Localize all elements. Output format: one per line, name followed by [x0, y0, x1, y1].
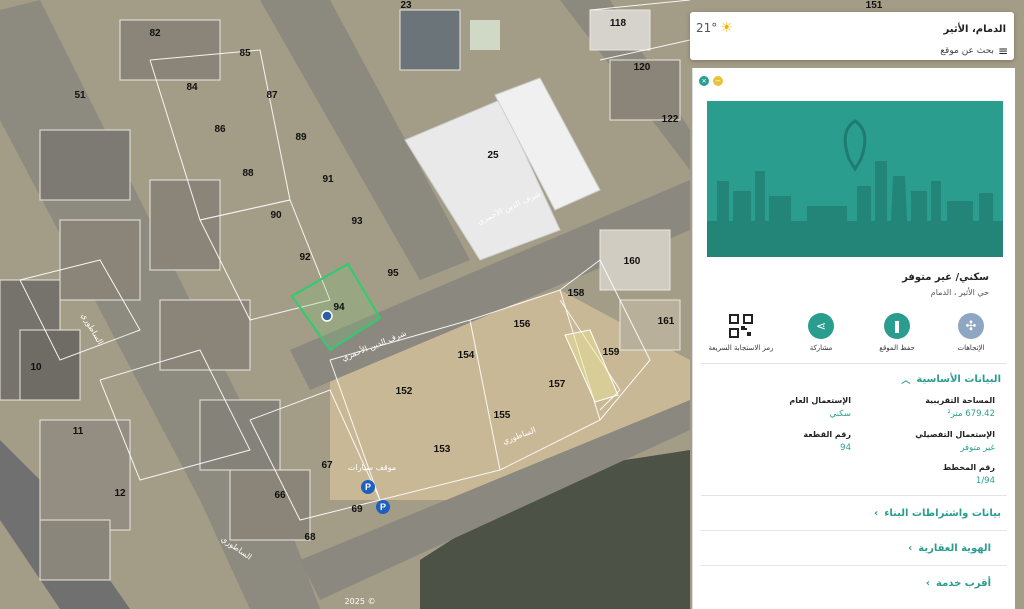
detailed-use-value: غير متوفر — [960, 443, 995, 453]
search-location-button[interactable]: بحث عن موقع ≡ — [940, 44, 1008, 58]
share-label: مشاركة — [809, 344, 833, 352]
menu-icon[interactable]: ≡ — [998, 44, 1008, 58]
divider — [701, 363, 1007, 364]
chevron-up-icon: ︿ — [901, 376, 911, 386]
plot-number: 152 — [396, 386, 413, 397]
weather-widget: 21° ☀ — [696, 20, 733, 36]
plot-number: 12 — [114, 488, 126, 499]
qr-code-icon — [728, 313, 754, 339]
plot-number: 156 — [514, 319, 531, 330]
plot-number: 91 — [322, 174, 334, 185]
nearest-service-header[interactable]: أقرب خدمة › — [926, 578, 991, 589]
plot-number-value: 94 — [840, 443, 851, 453]
parking-icon[interactable]: P — [376, 500, 390, 514]
building-requirements-title: بيانات واشتراطات البناء — [884, 508, 1001, 519]
general-use-value: سكني — [829, 409, 851, 419]
detailed-use-label: الإستعمال التفصيلي — [915, 430, 995, 439]
basic-data-title: البيانات الأساسية — [916, 374, 1001, 385]
plot-number: 86 — [214, 124, 226, 135]
plot-number: 51 — [74, 90, 86, 101]
bookmark-icon: ❚ — [884, 313, 910, 339]
chevron-left-icon: › — [908, 543, 913, 554]
share-icon: ⋖ — [808, 313, 834, 339]
directions-icon: ✣ — [958, 313, 984, 339]
minimize-icon[interactable]: − — [713, 76, 723, 86]
svg-text:P: P — [365, 482, 371, 492]
action-bar: ✣ الإتجاهات ❚ حفظ الموقع ⋖ مشاركة رمز ال… — [707, 313, 1003, 359]
area-label: المساحة التقريبية — [925, 396, 995, 405]
divider — [701, 495, 1007, 496]
plot-number: 93 — [351, 216, 363, 227]
plot-number: 155 — [494, 410, 511, 421]
plot-number: 11 — [73, 426, 84, 437]
plot-number-label: رقم القطعة — [803, 430, 851, 439]
location-title: الدمام، الأثير — [943, 24, 1006, 35]
directions-label: الإتجاهات — [957, 344, 985, 352]
parcel-title: سكني/ غير متوفر — [902, 272, 989, 283]
plot-number: 25 — [487, 150, 499, 161]
plot-number: 68 — [304, 532, 316, 543]
parcel-info-panel: × − سكني/ غير متوفر حي الأثير ، الدمام ✣… — [692, 68, 1015, 609]
location-header: 21° ☀ الدمام، الأثير بحث عن موقع ≡ — [690, 12, 1014, 60]
map-copyright: 2025 © — [345, 597, 376, 606]
plot-number: 89 — [295, 132, 307, 143]
plot-number: 160 — [624, 256, 641, 267]
plot-number: 69 — [351, 504, 363, 515]
plot-number: 95 — [387, 268, 399, 279]
qr-code-label: رمز الاستجابة السريعة — [708, 344, 774, 352]
general-use-label: الإستعمال العام — [789, 396, 851, 405]
plot-number: 157 — [549, 379, 566, 390]
area-value: 679.42 متر² — [947, 409, 995, 419]
divider — [701, 530, 1007, 531]
directions-button[interactable]: ✣ الإتجاهات — [941, 313, 1001, 352]
plot-number: 82 — [149, 28, 161, 39]
sun-icon: ☀ — [720, 20, 733, 36]
plot-number: 118 — [610, 18, 627, 29]
nearest-service-title: أقرب خدمة — [936, 578, 991, 589]
divider — [701, 565, 1007, 566]
plot-number: 90 — [270, 210, 282, 221]
plot-number: 158 — [568, 288, 585, 299]
plot-number: 159 — [603, 347, 620, 358]
search-label: بحث عن موقع — [940, 46, 994, 56]
plot-number: 151 — [866, 0, 883, 11]
plot-number: 161 — [658, 316, 675, 327]
plot-number: 92 — [299, 252, 311, 263]
plot-number: 120 — [634, 62, 651, 73]
property-identity-header[interactable]: الهوية العقارية › — [908, 543, 991, 554]
plot-number: 122 — [662, 114, 679, 125]
city-skyline-banner — [707, 101, 1003, 257]
plot-number: 87 — [266, 90, 278, 101]
parking-icon[interactable]: P — [361, 480, 375, 494]
parking-label: موقف سيارات — [348, 463, 396, 472]
temperature: 21° — [696, 21, 718, 35]
basic-data-header[interactable]: البيانات الأساسية ︿ — [901, 373, 1001, 386]
share-button[interactable]: ⋖ مشاركة — [791, 313, 851, 352]
plot-number: 84 — [186, 82, 198, 93]
plot-number: 154 — [458, 350, 475, 361]
plot-number: 66 — [274, 490, 286, 501]
plan-number-value: 1/94 — [975, 476, 995, 486]
plot-number: 153 — [434, 444, 451, 455]
close-icon[interactable]: × — [699, 76, 709, 86]
svg-text:P: P — [380, 502, 386, 512]
plot-number: 94 — [333, 302, 345, 313]
parcel-subtitle: حي الأثير ، الدمام — [930, 288, 989, 297]
qr-code-button[interactable]: رمز الاستجابة السريعة — [707, 313, 775, 352]
plan-number-label: رقم المخطط — [942, 463, 995, 472]
chevron-left-icon: › — [925, 578, 931, 589]
plot-number: 67 — [321, 460, 333, 471]
property-identity-title: الهوية العقارية — [918, 543, 991, 554]
park — [470, 20, 500, 50]
save-location-button[interactable]: ❚ حفظ الموقع — [867, 313, 927, 352]
plot-number: 10 — [30, 362, 42, 373]
chevron-left-icon: › — [874, 508, 879, 519]
plot-number: 23 — [400, 0, 412, 11]
plot-number: 85 — [239, 48, 251, 59]
plot-number: 88 — [242, 168, 254, 179]
location-pin-icon[interactable] — [321, 310, 333, 322]
save-location-label: حفظ الموقع — [879, 344, 915, 352]
building-requirements-header[interactable]: بيانات واشتراطات البناء › — [874, 508, 1001, 519]
